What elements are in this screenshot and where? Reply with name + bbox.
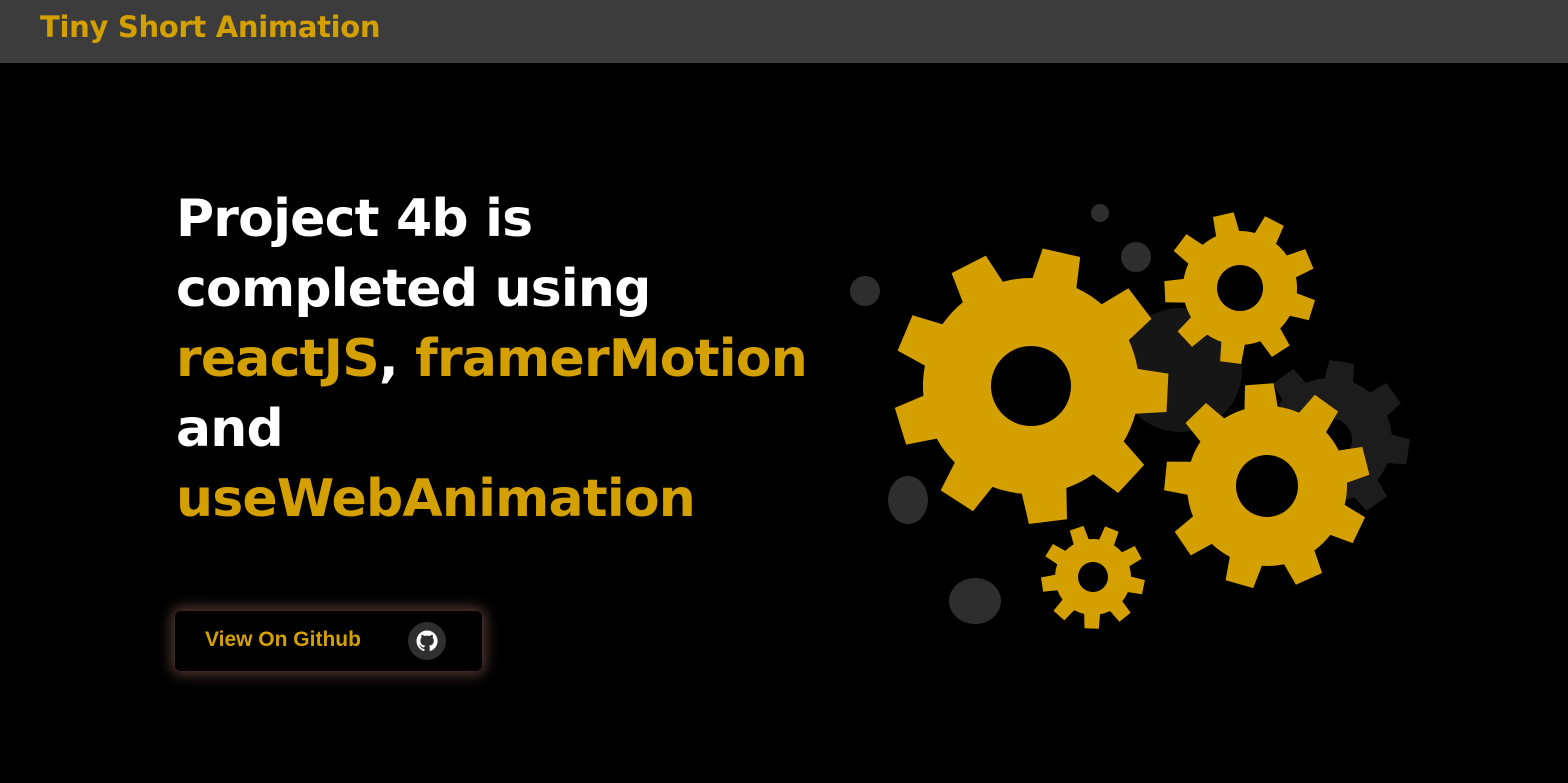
bubble: [850, 276, 880, 306]
gear-large: [894, 248, 1169, 524]
gear-hole: [991, 346, 1071, 426]
bubble: [949, 578, 1001, 624]
gear-top-right: [1164, 212, 1315, 364]
bubble: [1091, 204, 1109, 222]
gear-hole: [1078, 562, 1108, 592]
gears-icon: [850, 204, 1410, 629]
gear-small: [1041, 525, 1145, 629]
gear-hole: [1217, 265, 1263, 311]
bubble: [888, 476, 928, 524]
gear-hole: [1236, 455, 1298, 517]
bubble: [1121, 242, 1151, 272]
